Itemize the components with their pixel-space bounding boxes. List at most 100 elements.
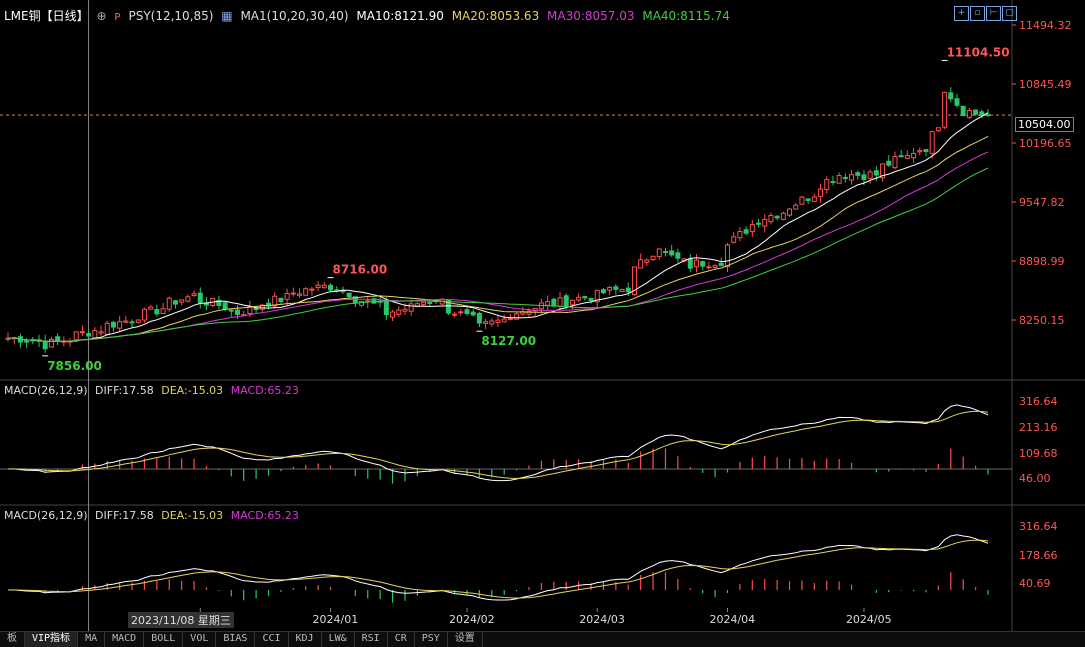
macd1-tick-2: 109.68 (1019, 447, 1058, 460)
candle-body (737, 230, 743, 239)
psy-label: PSY(12,10,85) (128, 9, 214, 23)
candle-body (954, 98, 960, 106)
candle-body (110, 321, 116, 328)
candle-body (836, 174, 842, 184)
chart-type-icon[interactable]: ⊢ (986, 6, 1001, 21)
candle-body (234, 309, 240, 315)
tab-cr[interactable]: CR (388, 632, 415, 647)
macd1-dea-line (8, 410, 989, 479)
candle-body (656, 248, 662, 257)
candle-body (489, 320, 495, 325)
candle-body (613, 286, 619, 290)
candle-body (166, 297, 172, 310)
candle-body (501, 318, 507, 323)
candle-body (805, 198, 811, 201)
candle-body (886, 160, 892, 166)
candle-body (86, 333, 92, 337)
candle-body (576, 296, 582, 301)
macd2-macd: MACD:65.23 (230, 509, 299, 522)
tab-settings[interactable]: 设置 (448, 632, 483, 647)
ma-label: MA1(10,20,30,40) (240, 9, 349, 23)
cursor-icon[interactable]: ▫ (970, 6, 985, 21)
candle-body (129, 321, 135, 324)
tab-macd[interactable]: MACD (105, 632, 145, 647)
candle-body (303, 288, 309, 296)
tab-cci[interactable]: CCI (255, 632, 289, 647)
tab-rsi[interactable]: RSI (355, 632, 388, 647)
candle-body (582, 296, 588, 299)
candle-body (408, 303, 414, 312)
candle-body (315, 284, 321, 288)
indicator-tabs: 板 VIP指标 MA MACD BOLL VOL BIAS CCI KDJ LW… (0, 631, 1085, 647)
tab-vip[interactable]: VIP指标 (25, 632, 79, 647)
macd1-title: MACD(26,12,9) (4, 384, 88, 397)
candle-body (818, 188, 824, 197)
candle-body (247, 306, 253, 315)
candle-body (867, 171, 873, 179)
candle-body (749, 224, 755, 233)
candle-body (669, 250, 675, 256)
candle-body (98, 331, 104, 334)
tab-lw[interactable]: LW& (322, 632, 355, 647)
candle-body (935, 127, 941, 132)
crosshair-icon[interactable]: + (954, 6, 969, 21)
macd2-header: MACD(26,12,9) DIFF:17.58 DEA:-15.03 MACD… (4, 509, 303, 522)
tab-psy[interactable]: PSY (415, 632, 448, 647)
x-tick-4: 2024/04 (709, 613, 755, 626)
candle-body (470, 311, 476, 316)
candle-body (228, 309, 234, 312)
candle-body (638, 259, 644, 269)
candle-body (619, 289, 625, 293)
tab-boll[interactable]: BOLL (144, 632, 184, 647)
price-tick-2: 10196.65 (1019, 137, 1072, 150)
chart-canvas[interactable]: 11494.32 10845.49 10196.65 9547.82 8898.99 82… (0, 0, 1085, 631)
candle-body (79, 331, 85, 334)
annotation-1: 8716.00 (333, 263, 388, 277)
tab-kdj[interactable]: KDJ (289, 632, 322, 647)
settings-icon[interactable]: ⊕ (96, 9, 106, 23)
candle-body (55, 336, 61, 342)
price-tick-4: 8898.99 (1019, 255, 1065, 268)
candle-body (985, 114, 991, 117)
ma40-value: MA40:8115.74 (642, 9, 730, 23)
axis-labels: 11494.32 10845.49 10196.65 9547.82 8898.99 82… (42, 19, 1072, 626)
candle-body (942, 91, 948, 128)
candle-body (458, 311, 464, 314)
candle-body (700, 261, 706, 267)
candle-body (600, 289, 606, 294)
candle-body (185, 296, 191, 302)
candle-body (297, 293, 303, 296)
candle-body (452, 313, 458, 316)
candle-body (693, 259, 699, 268)
tab-ma[interactable]: MA (78, 632, 106, 647)
candle-body (861, 174, 867, 180)
ma10-value: MA10:8121.90 (356, 9, 444, 23)
candle-body (483, 321, 489, 324)
x-tick-3: 2024/03 (579, 613, 625, 626)
candle-body (172, 300, 178, 305)
candle-body (421, 301, 427, 306)
candle-body (290, 292, 296, 295)
zoom-icon[interactable]: ▢ (1002, 6, 1017, 21)
candle-body (557, 297, 563, 307)
candle-body (960, 105, 966, 117)
annotation-2: 8127.00 (481, 334, 536, 348)
candle-body (141, 308, 147, 321)
candle-body (718, 262, 724, 267)
candle-body (904, 155, 910, 159)
candle-body (948, 92, 954, 100)
candle-body (191, 293, 197, 297)
candle-body (563, 295, 569, 307)
candle-body (24, 340, 30, 343)
current-price-box: 10504.00 (1015, 117, 1074, 132)
tab-bias[interactable]: BIAS (216, 632, 256, 647)
candle-body (917, 150, 923, 153)
candle-body (309, 288, 315, 291)
candle-body (873, 170, 879, 176)
candle-body (842, 177, 848, 180)
candle-body (117, 321, 123, 329)
candle-body (706, 266, 712, 269)
candle-body (514, 313, 520, 320)
tab-vol[interactable]: VOL (183, 632, 217, 647)
tab-prefix: 板 (0, 632, 25, 647)
